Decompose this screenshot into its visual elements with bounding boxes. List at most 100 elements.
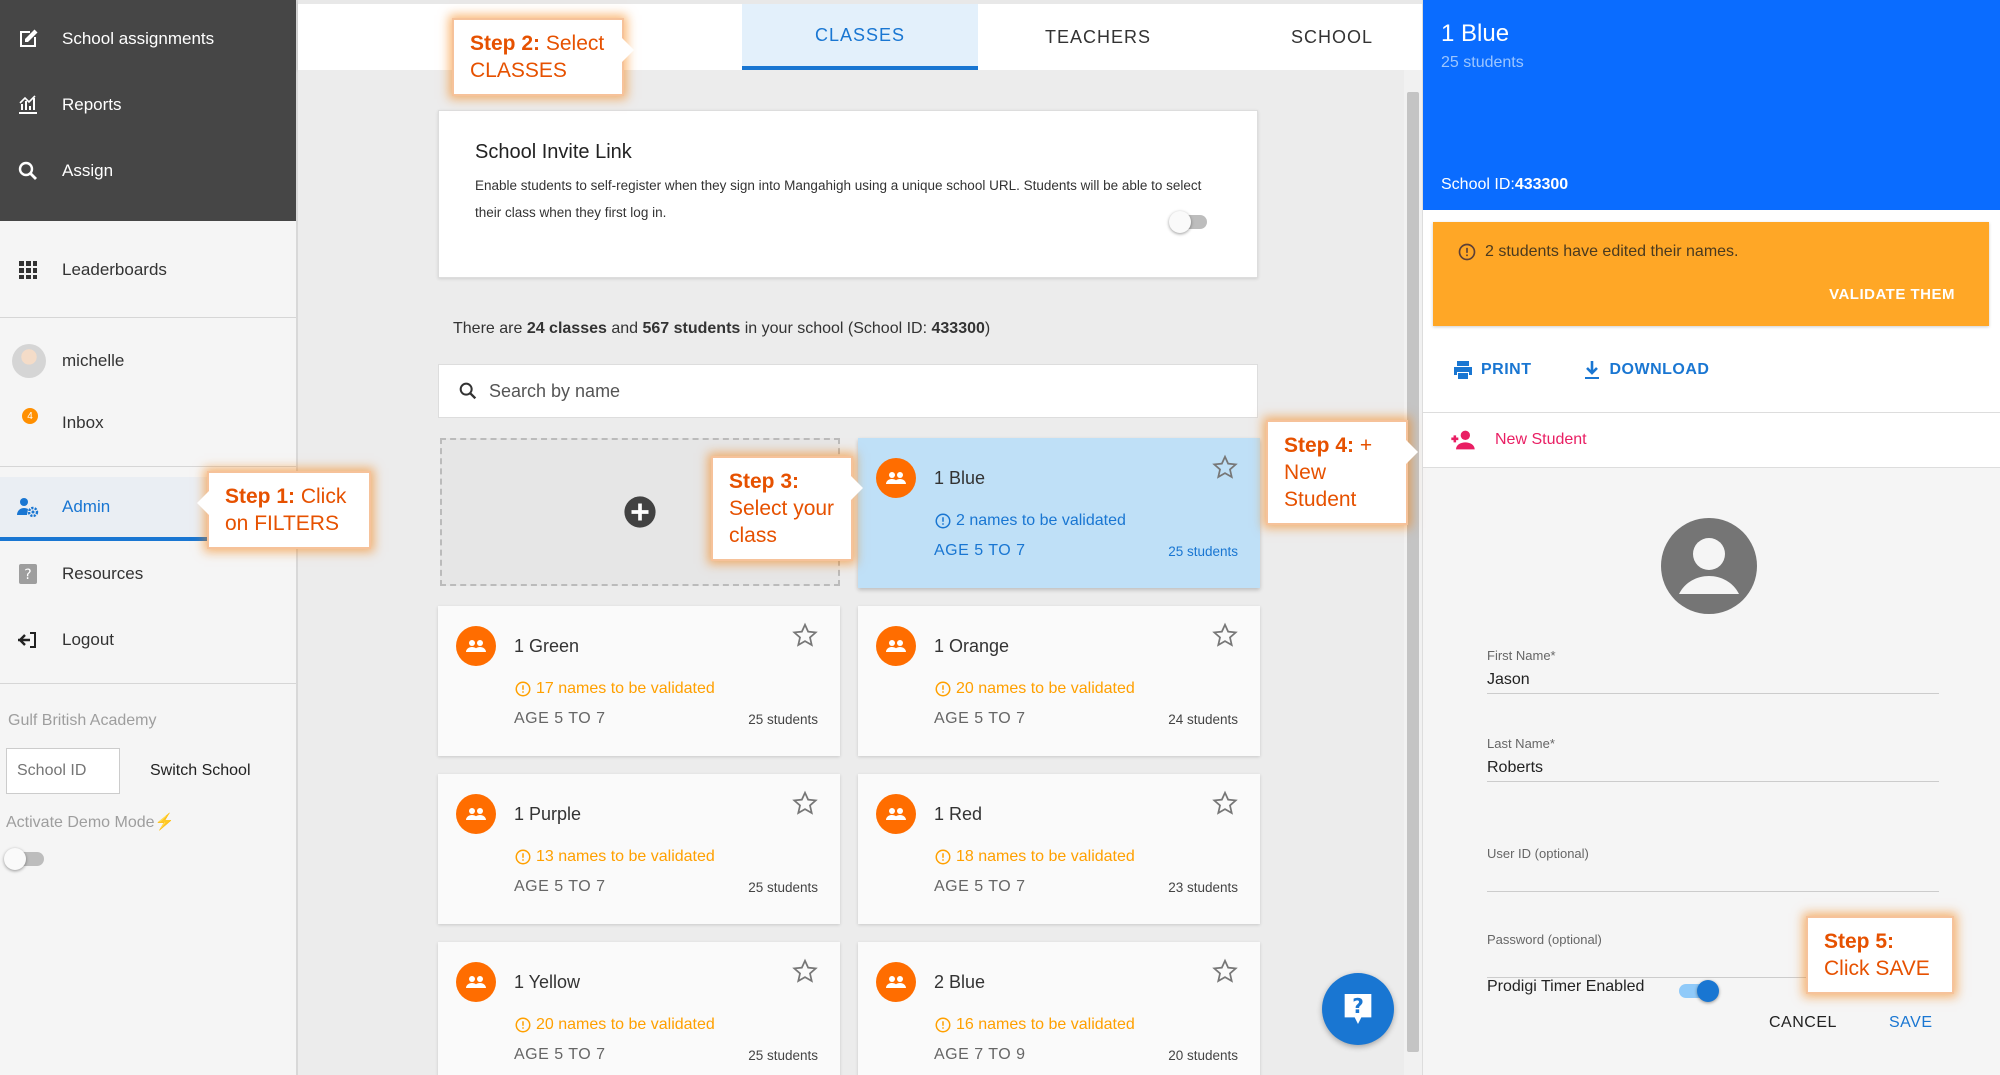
print-button[interactable]: PRINT (1451, 358, 1532, 382)
tab-teachers[interactable]: TEACHERS (980, 4, 1216, 70)
validation-notice: 2 names to be validated (934, 512, 1126, 530)
star-icon[interactable] (1212, 454, 1238, 480)
warning-circle-icon (935, 849, 951, 865)
callout-step-label: Step 4: (1284, 434, 1355, 457)
chart-icon (14, 91, 42, 119)
validate-them-button[interactable]: VALIDATE THEM (1829, 286, 1955, 303)
student-count: 567 students (642, 320, 741, 337)
class-header: 1 Blue 25 students School ID:433300 (1423, 0, 2000, 210)
help-chat-icon: ? (1344, 994, 1372, 1024)
svg-text:?: ? (24, 567, 31, 583)
validation-text: 17 names to be validated (536, 680, 715, 697)
demo-mode-toggle[interactable] (4, 848, 44, 870)
sidebar-item-inbox[interactable]: 4 Inbox (0, 394, 296, 452)
timer-toggle[interactable] (1679, 980, 1719, 1002)
invite-link-toggle[interactable] (1169, 211, 1207, 233)
scrollbar-thumb[interactable] (1407, 92, 1419, 1052)
download-button[interactable]: DOWNLOAD (1580, 358, 1710, 382)
inbox-badge: 4 (22, 408, 38, 424)
first-name-field[interactable]: First Name* Jason (1487, 648, 1939, 694)
callout-text: Click SAVE (1824, 957, 1930, 980)
tab-school[interactable]: SCHOOL (1214, 4, 1450, 70)
validation-notice: 20 names to be validated (514, 1016, 715, 1034)
class-name: 1 Purple (514, 804, 582, 824)
main-content: School Invite Link Enable students to se… (298, 70, 1404, 1075)
warning-circle-icon (515, 681, 531, 697)
cancel-button[interactable]: CANCEL (1769, 1014, 1837, 1032)
age-range: AGE 5 TO 7 (514, 1046, 606, 1063)
student-count: 20 students (1168, 1048, 1238, 1063)
class-card[interactable]: 1 Purple 13 names to be validated AGE 5 … (438, 774, 840, 924)
group-icon (876, 794, 916, 834)
switch-school-button[interactable]: Switch School (150, 762, 251, 780)
class-name: 2 Blue (934, 972, 986, 992)
sidebar-item-label: Inbox (62, 413, 104, 432)
sidebar-item-profile[interactable]: michelle (0, 328, 296, 394)
sidebar-item-leaderboards[interactable]: Leaderboards (0, 237, 296, 303)
new-student-button[interactable]: New Student (1423, 412, 2000, 468)
tab-classes[interactable]: CLASSES (742, 4, 978, 70)
age-range: AGE 5 TO 7 (934, 710, 1026, 727)
star-icon[interactable] (1212, 958, 1238, 984)
student-count: 25 students (748, 712, 818, 727)
validation-text: 20 names to be validated (956, 680, 1135, 697)
star-icon[interactable] (792, 622, 818, 648)
field-label: Last Name* (1487, 736, 1555, 751)
class-card[interactable]: 2 Blue 16 names to be validated AGE 7 TO… (858, 942, 1260, 1075)
save-button[interactable]: SAVE (1889, 1014, 1933, 1032)
callout-step-4: Step 4: + New Student (1266, 420, 1418, 525)
user-id-field[interactable]: User ID (optional) (1487, 846, 1939, 892)
search-icon (459, 382, 477, 400)
group-icon (456, 962, 496, 1002)
account-circle-icon (1661, 518, 1757, 614)
callout-step-label: Step 2: (470, 32, 541, 55)
school-id-input[interactable] (6, 748, 120, 794)
student-count: 25 students (1168, 544, 1238, 559)
svg-text:?: ? (1352, 994, 1364, 1018)
callout-step-label: Step 5: (1824, 930, 1895, 953)
sidebar-item-assign[interactable]: Assign (0, 138, 296, 204)
sidebar-item-label: School assignments (62, 29, 215, 48)
help-button[interactable]: ? (1322, 973, 1394, 1045)
logout-icon (14, 626, 42, 654)
class-card[interactable]: 1 Orange 20 names to be validated AGE 5 … (858, 606, 1260, 756)
star-icon[interactable] (792, 958, 818, 984)
sidebar-item-reports[interactable]: Reports (0, 72, 296, 138)
sidebar-item-resources[interactable]: ? Resources (0, 541, 296, 607)
callout-step-2: Step 2: Select CLASSES (452, 18, 634, 96)
star-icon[interactable] (1212, 622, 1238, 648)
validation-notice: 18 names to be validated (934, 848, 1135, 866)
main-scrollbar[interactable] (1404, 70, 1422, 1075)
student-count: 24 students (1168, 712, 1238, 727)
search-input[interactable] (489, 380, 1249, 402)
star-icon[interactable] (1212, 790, 1238, 816)
validation-text: 2 names to be validated (956, 512, 1126, 529)
summary-text: There are (453, 320, 527, 337)
class-name: 1 Blue (934, 468, 986, 488)
sidebar-item-logout[interactable]: Logout (0, 607, 296, 673)
grid-icon (14, 256, 42, 284)
class-card[interactable]: 1 Red 18 names to be validated AGE 5 TO … (858, 774, 1260, 924)
validation-text: 18 names to be validated (956, 848, 1135, 865)
class-card[interactable]: 1 Yellow 20 names to be validated AGE 5 … (438, 942, 840, 1075)
star-icon[interactable] (792, 790, 818, 816)
sidebar-item-school-assignments[interactable]: School assignments (0, 6, 296, 72)
last-name-field[interactable]: Last Name* Roberts (1487, 736, 1939, 782)
validation-notice: 16 names to be validated (934, 1016, 1135, 1034)
age-range: AGE 5 TO 7 (514, 878, 606, 895)
validation-notice: 13 names to be validated (514, 848, 715, 866)
warning-circle-icon (1458, 243, 1476, 261)
warning-circle-icon (515, 849, 531, 865)
field-label: First Name* (1487, 648, 1556, 663)
class-card[interactable]: 1 Green 17 names to be validated AGE 5 T… (438, 606, 840, 756)
name-edit-alert: 2 students have edited their names. VALI… (1433, 222, 1989, 326)
class-count: 24 classes (526, 320, 607, 337)
demo-mode-label: Activate Demo Mode⚡ (6, 812, 296, 832)
validation-text: 16 names to be validated (956, 1016, 1135, 1033)
admin-gear-icon (14, 493, 42, 521)
field-value (1487, 869, 1939, 891)
callout-step-label: Step 3: (729, 470, 800, 493)
class-card[interactable]: 1 Blue 2 names to be validated AGE 5 TO … (858, 438, 1260, 588)
summary-text: in your school (School ID: (740, 320, 932, 337)
invite-title: School Invite Link (475, 141, 632, 163)
